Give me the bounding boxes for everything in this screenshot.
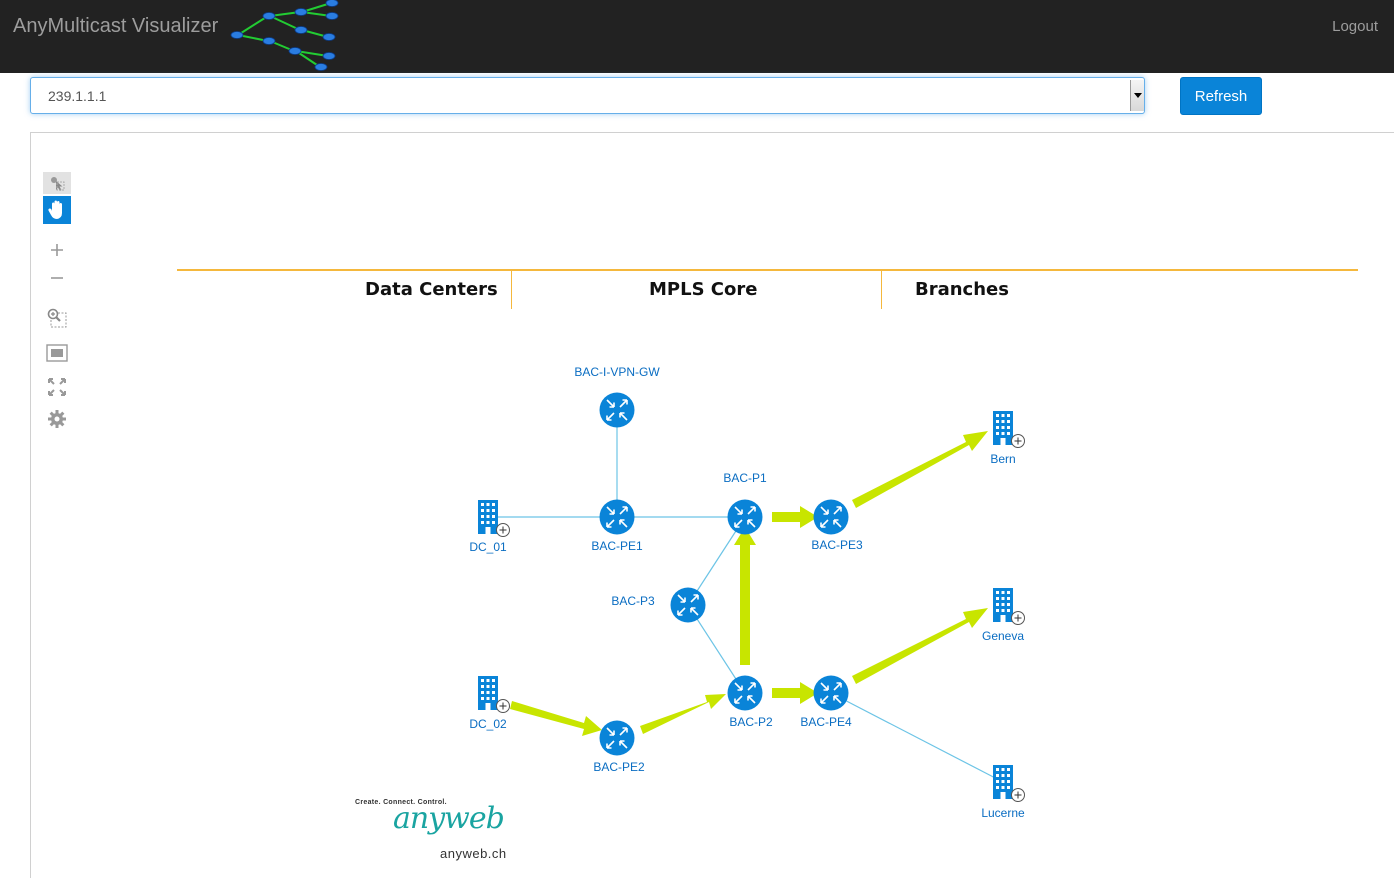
building-icon <box>992 587 1025 625</box>
stream-arrow <box>510 701 602 736</box>
router-icon <box>726 498 764 536</box>
router-bac-p3[interactable]: BAC-P3 <box>611 586 707 624</box>
node-label: BAC-P2 <box>729 715 773 729</box>
site-dc-01[interactable]: DC_01 <box>469 499 510 554</box>
router-bac-p1[interactable]: BAC-P1 <box>723 471 767 536</box>
stream-arrow <box>852 608 988 684</box>
node-label: BAC-P1 <box>723 471 767 485</box>
router-icon <box>598 498 636 536</box>
router-icon <box>812 674 850 712</box>
node-label: BAC-PE3 <box>811 538 863 552</box>
router-icon <box>669 586 707 624</box>
building-icon <box>477 675 510 713</box>
stream-arrow <box>772 682 818 704</box>
node-label: BAC-P3 <box>611 594 655 608</box>
stream-arrow <box>734 527 756 665</box>
router-bac-pe2[interactable]: BAC-PE2 <box>593 719 645 775</box>
building-icon <box>992 764 1025 802</box>
node-label: BAC-I-VPN-GW <box>574 365 660 379</box>
node-label: DC_02 <box>469 717 507 731</box>
logo-wordmark: anyweb <box>393 801 505 836</box>
node-label: Geneva <box>982 629 1024 643</box>
router-bac-pe4[interactable]: BAC-PE4 <box>800 674 852 730</box>
link-line <box>830 692 1004 783</box>
building-icon <box>992 410 1025 448</box>
logo-url: anyweb.ch <box>440 846 507 861</box>
node-label: Lucerne <box>981 806 1025 820</box>
stream-arrow <box>772 506 818 528</box>
network-topology[interactable]: BAC-I-VPN-GW BAC-PE1 BAC-P1 BAC-PE3 BAC-… <box>0 0 1394 878</box>
site-geneva[interactable]: Geneva <box>982 587 1025 643</box>
node-label: BAC-PE4 <box>800 715 852 729</box>
node-label: DC_01 <box>469 540 507 554</box>
router-bac-p2[interactable]: BAC-P2 <box>726 674 773 730</box>
router-icon <box>598 719 636 757</box>
router-icon <box>598 391 636 429</box>
router-icon <box>726 674 764 712</box>
site-bern[interactable]: Bern <box>990 410 1025 466</box>
router-bac-pe1[interactable]: BAC-PE1 <box>591 498 643 554</box>
router-bac-pe3[interactable]: BAC-PE3 <box>811 498 863 553</box>
node-label: BAC-PE1 <box>591 539 643 553</box>
anyweb-logo: Create. Connect. Control. anyweb anyweb.… <box>355 797 525 867</box>
node-label: BAC-PE2 <box>593 760 645 774</box>
stream-arrow <box>852 431 988 508</box>
building-icon <box>477 499 510 537</box>
site-lucerne[interactable]: Lucerne <box>981 764 1025 820</box>
router-icon <box>812 498 850 536</box>
site-dc-02[interactable]: DC_02 <box>469 675 510 731</box>
router-bac-i-vpn-gw[interactable]: BAC-I-VPN-GW <box>574 365 660 429</box>
stream-arrow <box>640 694 726 734</box>
node-label: Bern <box>990 452 1015 466</box>
